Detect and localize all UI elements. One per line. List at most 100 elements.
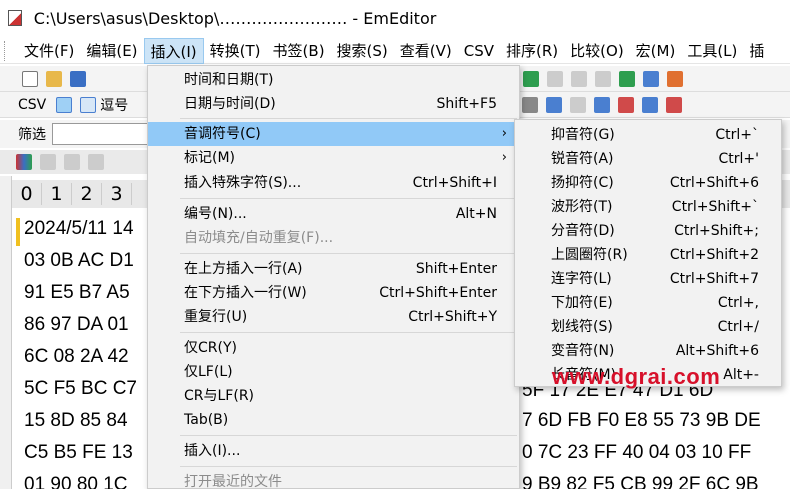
ruler-col: 3	[102, 183, 132, 205]
menu-item-label: 日期与时间(D)	[184, 96, 276, 112]
menu-item-tab[interactable]: Tab(B)	[148, 408, 519, 432]
menu-item-label: 插入特殊字符(S)...	[184, 175, 302, 191]
menu-item-shortcut: Ctrl+Shift+Y	[408, 309, 497, 325]
editor-line: 6C 08 2A 42	[24, 346, 129, 367]
menu-item-shortcut: Ctrl+Shift+;	[674, 223, 759, 239]
sort-desc-icon[interactable]	[618, 96, 635, 113]
tab4-icon[interactable]	[88, 154, 104, 170]
menu-item-shortcut: Ctrl+Shift+I	[412, 175, 497, 191]
menu-item-insert-file[interactable]: 插入(I)...	[148, 439, 519, 463]
ruler-col: 1	[42, 183, 72, 205]
title-bar: C:\Users\asus\Desktop\…………………… - EmEdito…	[0, 0, 790, 36]
submenu-item-diaeresis[interactable]: 分音符(D) Ctrl+Shift+;	[515, 219, 781, 243]
menu-sort[interactable]: 排序(R)	[500, 38, 564, 64]
comma-label[interactable]: 逗号	[100, 95, 134, 115]
menu-separator	[180, 253, 517, 254]
ruler-col: 0	[12, 183, 42, 205]
column-icon[interactable]	[570, 96, 587, 113]
menu-item-shortcut: Ctrl+Shift+2	[669, 247, 759, 263]
menu-item-shortcut: Ctrl+'	[718, 151, 760, 167]
csv-grid-icon[interactable]	[56, 96, 73, 113]
menu-item-label: 上圆圈符(R)	[551, 247, 628, 263]
menu-bookmark[interactable]: 书签(B)	[267, 38, 331, 64]
sort2-icon[interactable]	[666, 96, 683, 113]
filter-input[interactable]	[52, 123, 148, 145]
menu-item-recent-files: 打开最近的文件	[148, 470, 519, 489]
menu-macro[interactable]: 宏(M)	[630, 38, 682, 64]
submenu-item-grave[interactable]: 抑音符(G) Ctrl+`	[515, 123, 781, 147]
menu-item-diacritics[interactable]: 音调符号(C) ›	[148, 122, 519, 146]
window3-icon[interactable]	[595, 70, 611, 87]
menu-item-insert-line-above[interactable]: 在上方插入一行(A) Shift+Enter	[148, 257, 519, 281]
menu-item-time-date[interactable]: 时间和日期(T)	[148, 68, 519, 92]
tool-icon[interactable]	[667, 70, 683, 87]
submenu-item-tilde[interactable]: 波形符(T) Ctrl+Shift+`	[515, 195, 781, 219]
editor-line: 86 97 DA 01	[24, 314, 129, 335]
ruler-col: 2	[72, 183, 102, 205]
menu-item-cr-lf[interactable]: CR与LF(R)	[148, 384, 519, 408]
menu-item-label: 抑音符(G)	[551, 127, 615, 143]
menu-item-cr-only[interactable]: 仅CR(Y)	[148, 336, 519, 360]
menu-insert[interactable]: 插入(I)	[143, 37, 204, 64]
submenu-item-slash[interactable]: 划线符(S) Ctrl+/	[515, 315, 781, 339]
menu-item-label: 时间和日期(T)	[184, 72, 274, 88]
menu-csv[interactable]: CSV	[458, 38, 500, 64]
editor-line: 91 E5 B7 A5	[24, 282, 130, 303]
menu-item-label: 标记(M)	[184, 150, 236, 166]
sort-asc-icon[interactable]	[594, 96, 611, 113]
doc-tab-icon[interactable]	[16, 154, 32, 170]
comma-grid-icon[interactable]	[80, 96, 97, 113]
tab2-icon[interactable]	[40, 154, 56, 170]
menu-item-insert-line-below[interactable]: 在下方插入一行(W) Ctrl+Shift+Enter	[148, 281, 519, 305]
menu-compare[interactable]: 比较(O)	[564, 38, 630, 64]
menu-search[interactable]: 搜索(S)	[331, 38, 394, 64]
columns-icon[interactable]	[546, 96, 563, 113]
new-file-icon[interactable]	[22, 70, 38, 87]
menu-item-label: 在上方插入一行(A)	[184, 261, 303, 277]
grid-icon[interactable]	[523, 70, 539, 87]
menu-item-duplicate-line[interactable]: 重复行(U) Ctrl+Shift+Y	[148, 305, 519, 329]
menu-item-numbering[interactable]: 编号(N)... Alt+N	[148, 202, 519, 226]
window-icon[interactable]	[547, 70, 563, 87]
submenu-item-umlaut[interactable]: 变音符(N) Alt+Shift+6	[515, 339, 781, 363]
csv-label[interactable]: CSV	[12, 97, 52, 113]
sort-icon[interactable]	[642, 96, 659, 113]
save-icon[interactable]	[70, 70, 86, 87]
line-change-marker	[16, 218, 20, 246]
submenu-item-cedilla[interactable]: 下加符(E) Ctrl+,	[515, 291, 781, 315]
menu-item-date-time[interactable]: 日期与时间(D) Shift+F5	[148, 92, 519, 116]
menu-separator	[180, 332, 517, 333]
menu-tools[interactable]: 工具(L)	[681, 38, 743, 64]
tab3-icon[interactable]	[64, 154, 80, 170]
submenu-item-acute[interactable]: 锐音符(A) Ctrl+'	[515, 147, 781, 171]
open-folder-icon[interactable]	[46, 70, 62, 87]
menu-more[interactable]: 插	[743, 38, 770, 64]
menu-edit[interactable]: 编辑(E)	[80, 38, 143, 64]
window2-icon[interactable]	[571, 70, 587, 87]
menu-item-shortcut: Ctrl+`	[715, 127, 759, 143]
menu-file[interactable]: 文件(F)	[18, 38, 80, 64]
submenu-item-circumflex[interactable]: 扬抑符(C) Ctrl+Shift+6	[515, 171, 781, 195]
menu-item-shortcut: Ctrl+Shift+Enter	[379, 285, 497, 301]
submenu-item-ligature[interactable]: 连字符(L) Ctrl+Shift+7	[515, 267, 781, 291]
plugin-icon[interactable]	[619, 70, 635, 87]
menu-item-label: 编号(N)...	[184, 206, 247, 222]
settings-icon[interactable]	[643, 70, 659, 87]
menu-item-lf-only[interactable]: 仅LF(L)	[148, 360, 519, 384]
menu-item-shortcut: Alt+Shift+6	[675, 343, 759, 359]
submenu-arrow-icon: ›	[501, 126, 507, 141]
submenu-item-ring[interactable]: 上圆圈符(R) Ctrl+Shift+2	[515, 243, 781, 267]
scissors-icon[interactable]	[522, 96, 539, 113]
menu-view[interactable]: 查看(V)	[394, 38, 458, 64]
menu-convert[interactable]: 转换(T)	[204, 38, 267, 64]
menu-item-special-chars[interactable]: 插入特殊字符(S)... Ctrl+Shift+I	[148, 171, 519, 195]
menu-item-label: 扬抑符(C)	[551, 175, 614, 191]
menu-item-label: 锐音符(A)	[551, 151, 614, 167]
menu-item-shortcut: Ctrl+Shift+`	[671, 199, 759, 215]
menubar-grip[interactable]	[4, 40, 18, 61]
menu-item-label: 在下方插入一行(W)	[184, 285, 307, 301]
editor-line: C5 B5 FE 13	[24, 442, 133, 463]
menu-item-label: 仅LF(L)	[184, 364, 233, 380]
diacritics-submenu: 抑音符(G) Ctrl+` 锐音符(A) Ctrl+' 扬抑符(C) Ctrl+…	[514, 119, 782, 387]
menu-item-marks[interactable]: 标记(M) ›	[148, 146, 519, 170]
